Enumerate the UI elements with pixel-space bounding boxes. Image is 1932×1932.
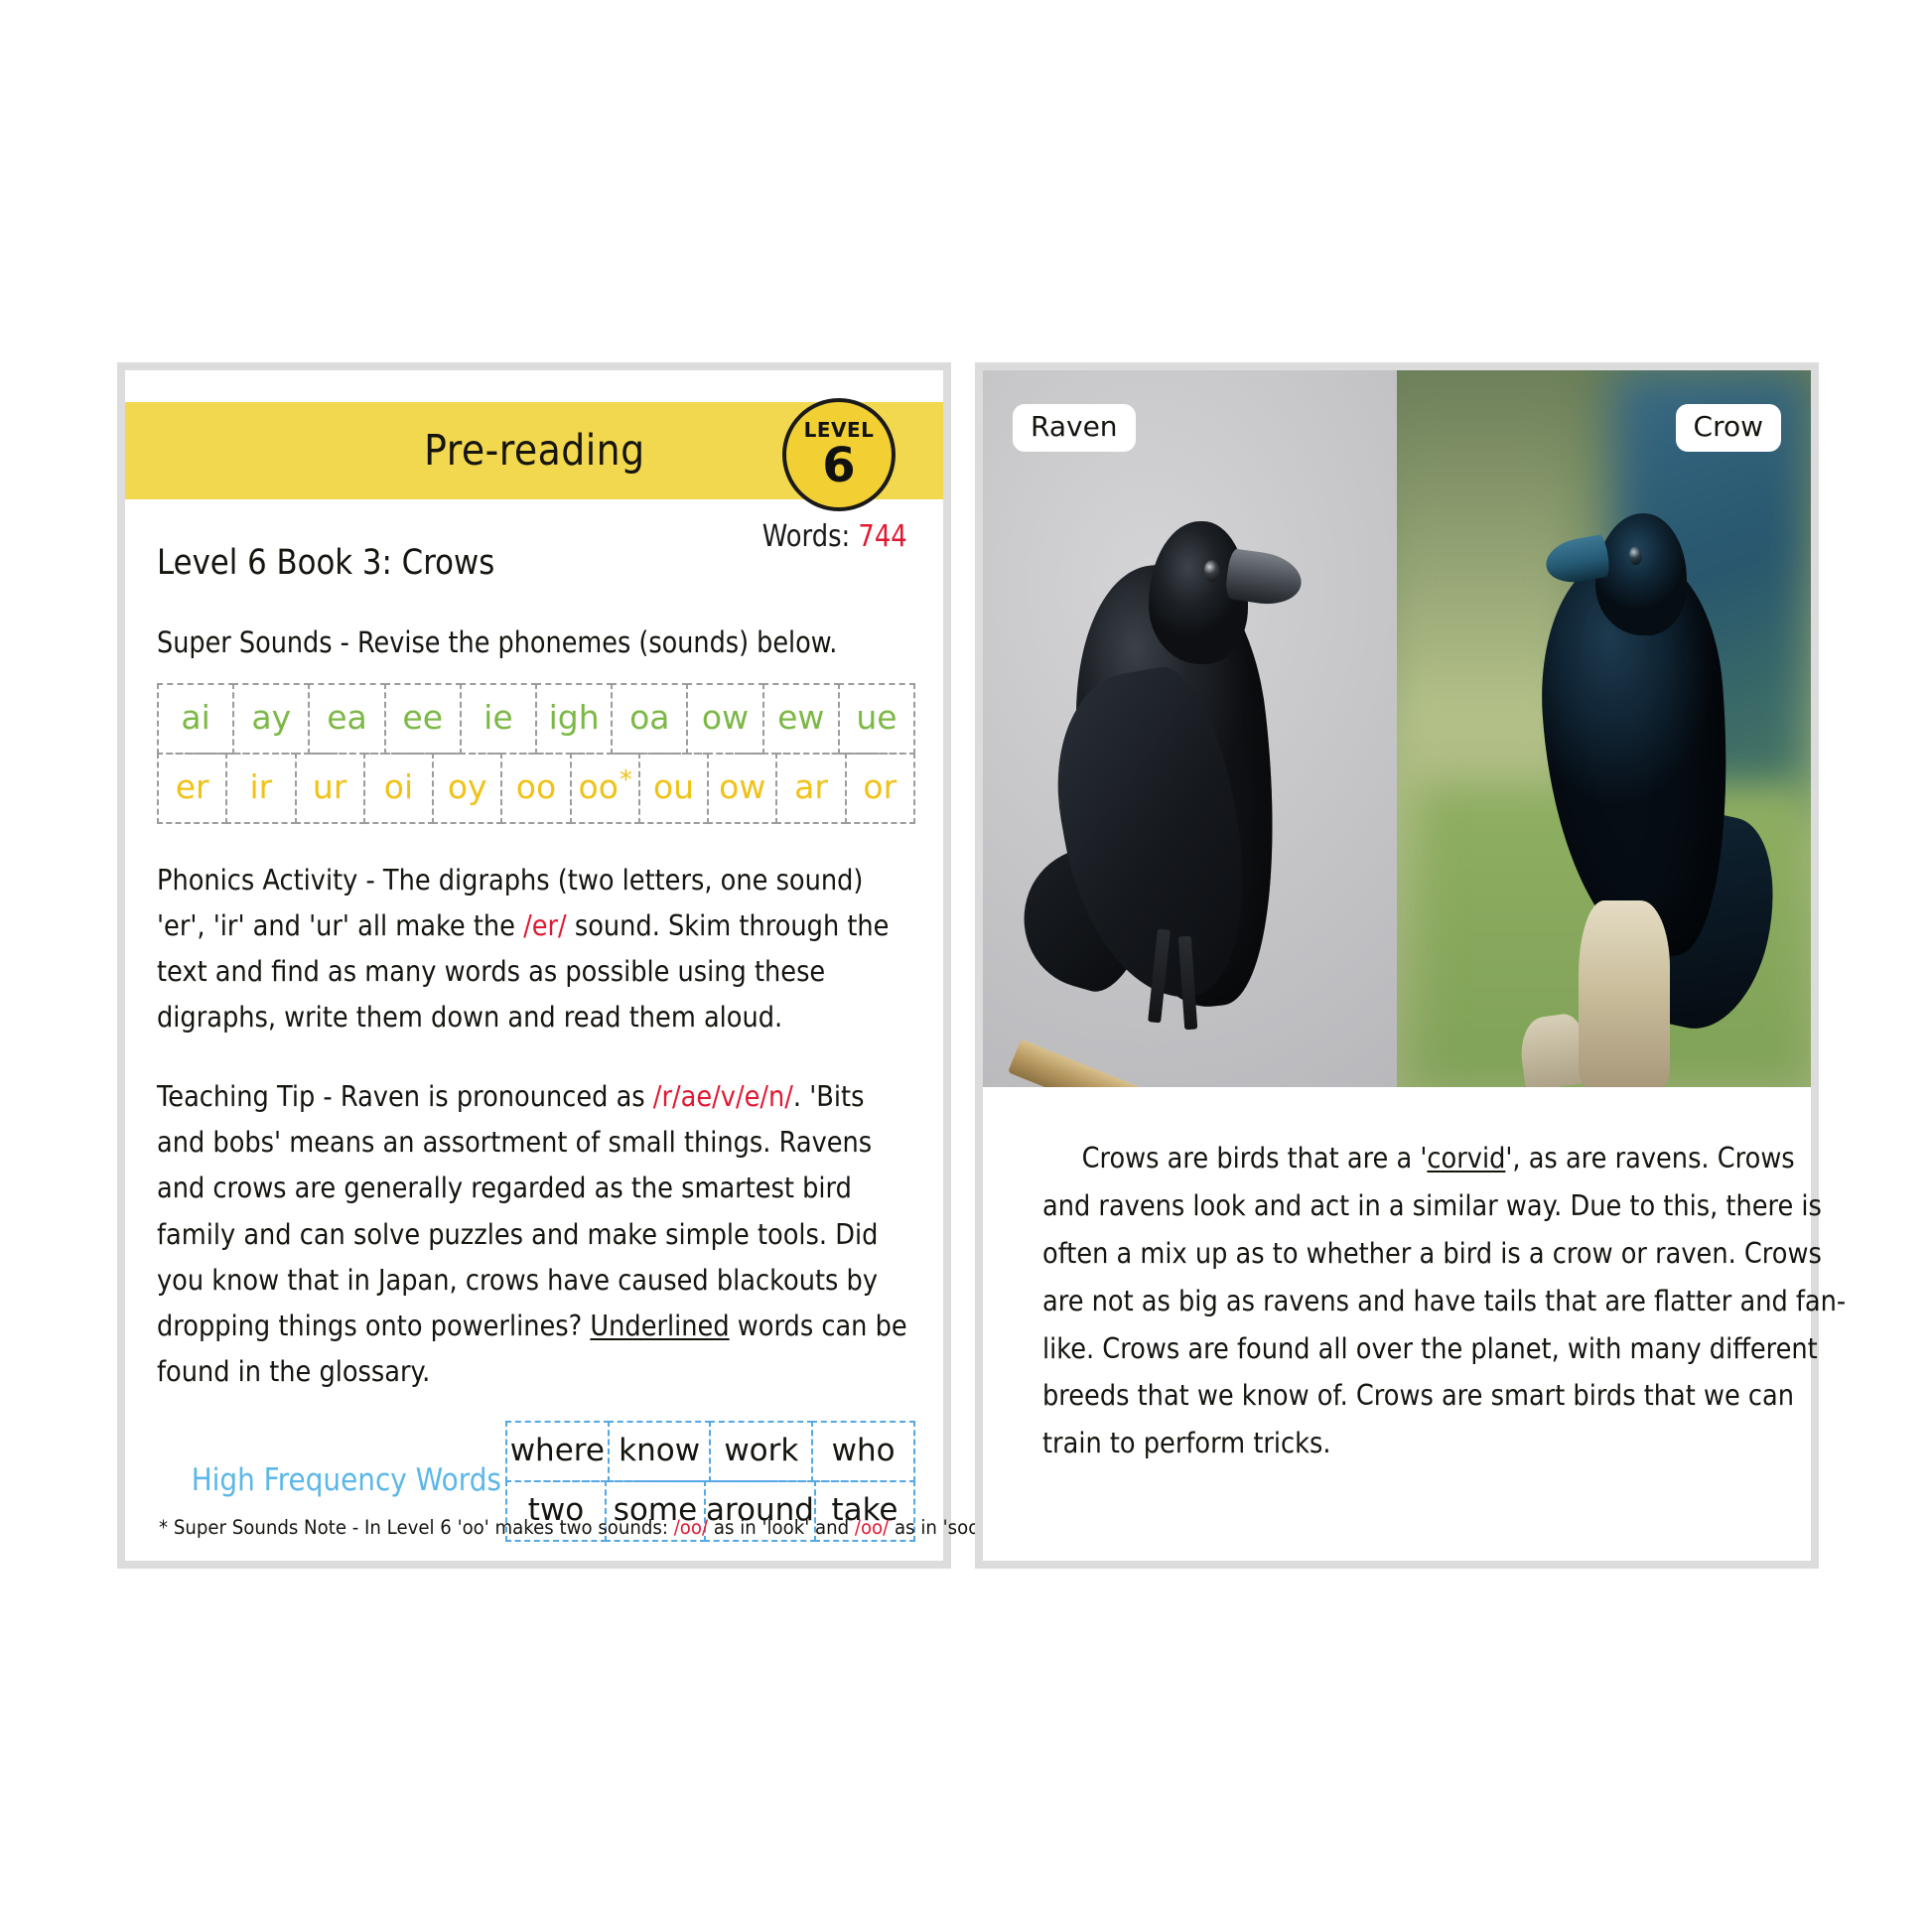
teaching-tip-pronunciation: /r/ae/v/e/n/ — [652, 1080, 793, 1114]
phoneme-cell: oa — [611, 682, 689, 755]
footnote-part1: * Super Sounds Note - In Level 6 'oo' ma… — [159, 1516, 674, 1539]
level-badge: LEVEL 6 — [782, 398, 896, 511]
high-frequency-word-cell: who — [811, 1421, 915, 1483]
footnote-part2: as in 'look' and — [708, 1516, 855, 1539]
crow-stump-shape — [1579, 900, 1671, 1087]
phoneme-cell: ur — [294, 752, 365, 824]
crow-head-shape — [1595, 513, 1687, 636]
phonics-activity-sound: /er/ — [523, 908, 567, 942]
phoneme-grid-green: ai ay ea ee ie igh oa ow ew ue — [157, 682, 916, 755]
teaching-tip-part2: . 'Bits and bobs' means an assortment of… — [157, 1080, 879, 1342]
phonics-activity-paragraph: Phonics Activity - The digraphs (two let… — [157, 858, 914, 1041]
phoneme-cell: ar — [775, 752, 847, 824]
phoneme-cell: oi — [362, 752, 435, 824]
story-paragraph: Crows are birds that are a 'corvid', as … — [1042, 1135, 1848, 1467]
story-text-before-glossary: Crows are birds that are a ' — [1081, 1142, 1428, 1174]
raven-eye-shape — [1204, 560, 1220, 582]
phoneme-cell: oy — [432, 752, 503, 824]
level-badge-word: LEVEL — [803, 418, 875, 442]
left-page-body: Level 6 Book 3: Crows Super Sounds - Rev… — [157, 537, 916, 1543]
phoneme-grid-yellow: er ir ur oi oy oo oo * ou ow ar or — [157, 752, 915, 824]
teaching-tip-part1: Teaching Tip - Raven is pronounced as — [157, 1080, 653, 1114]
photo-row: Raven Crow — [983, 370, 1811, 1087]
phoneme-cell: ow — [686, 682, 764, 755]
phoneme-cell: oo — [500, 752, 572, 824]
page-title: Pre-reading — [423, 426, 645, 476]
super-sounds-instruction: Super Sounds - Revise the phonemes (soun… — [157, 624, 838, 659]
high-frequency-word-cell: work — [709, 1421, 814, 1483]
book-title: Level 6 Book 3: Crows — [157, 543, 495, 583]
phoneme-cell: ew — [761, 682, 840, 755]
phoneme-cell: igh — [535, 682, 614, 755]
pre-reading-page: Pre-reading LEVEL 6 Words: 744 Level 6 B… — [117, 362, 1002, 1569]
phoneme-cell: or — [844, 752, 915, 824]
phoneme-cell: oo * — [569, 752, 640, 824]
phoneme-cell: ee — [383, 682, 462, 755]
high-frequency-words-row: where know work who — [504, 1421, 915, 1483]
phoneme-cell: ai — [157, 682, 235, 755]
worksheet-spread: Pre-reading LEVEL 6 Words: 744 Level 6 B… — [0, 0, 1932, 1932]
crow-eye-shape — [1628, 545, 1642, 566]
phoneme-cell: ie — [459, 682, 538, 755]
glossary-word-corvid: corvid — [1427, 1142, 1506, 1174]
teaching-tip-paragraph: Teaching Tip - Raven is pronounced as /r… — [157, 1074, 914, 1395]
high-frequency-words-label: High Frequency Words — [191, 1462, 501, 1499]
phoneme-cell: ow — [707, 752, 778, 824]
footnote-sound-1: /oo/ — [673, 1516, 709, 1539]
phoneme-cell: ea — [308, 682, 386, 755]
phoneme-cell: ay — [232, 682, 311, 755]
high-frequency-word-cell: know — [607, 1421, 712, 1483]
super-sounds-footnote: * Super Sounds Note - In Level 6 'oo' ma… — [159, 1516, 1002, 1539]
crow-photo: Crow — [1397, 370, 1811, 1087]
story-text-after-glossary: ', as are ravens. Crows and ravens look … — [1042, 1142, 1847, 1460]
phoneme-cell: er — [157, 752, 228, 824]
high-frequency-word-cell: where — [504, 1421, 610, 1483]
content-page: Raven Crow Crows are birds that are a 'c… — [975, 362, 1846, 1569]
raven-photo-label: Raven — [1013, 404, 1136, 452]
raven-photo: Raven — [983, 370, 1397, 1087]
phoneme-cell: ou — [637, 752, 710, 824]
phoneme-cell: ue — [837, 682, 916, 755]
level-badge-number: 6 — [822, 438, 856, 493]
crow-photo-label: Crow — [1675, 404, 1781, 452]
phoneme-cell: ir — [225, 752, 297, 824]
teaching-tip-underlined-word: Underlined — [590, 1309, 730, 1342]
footnote-sound-2: /oo/ — [854, 1516, 890, 1539]
